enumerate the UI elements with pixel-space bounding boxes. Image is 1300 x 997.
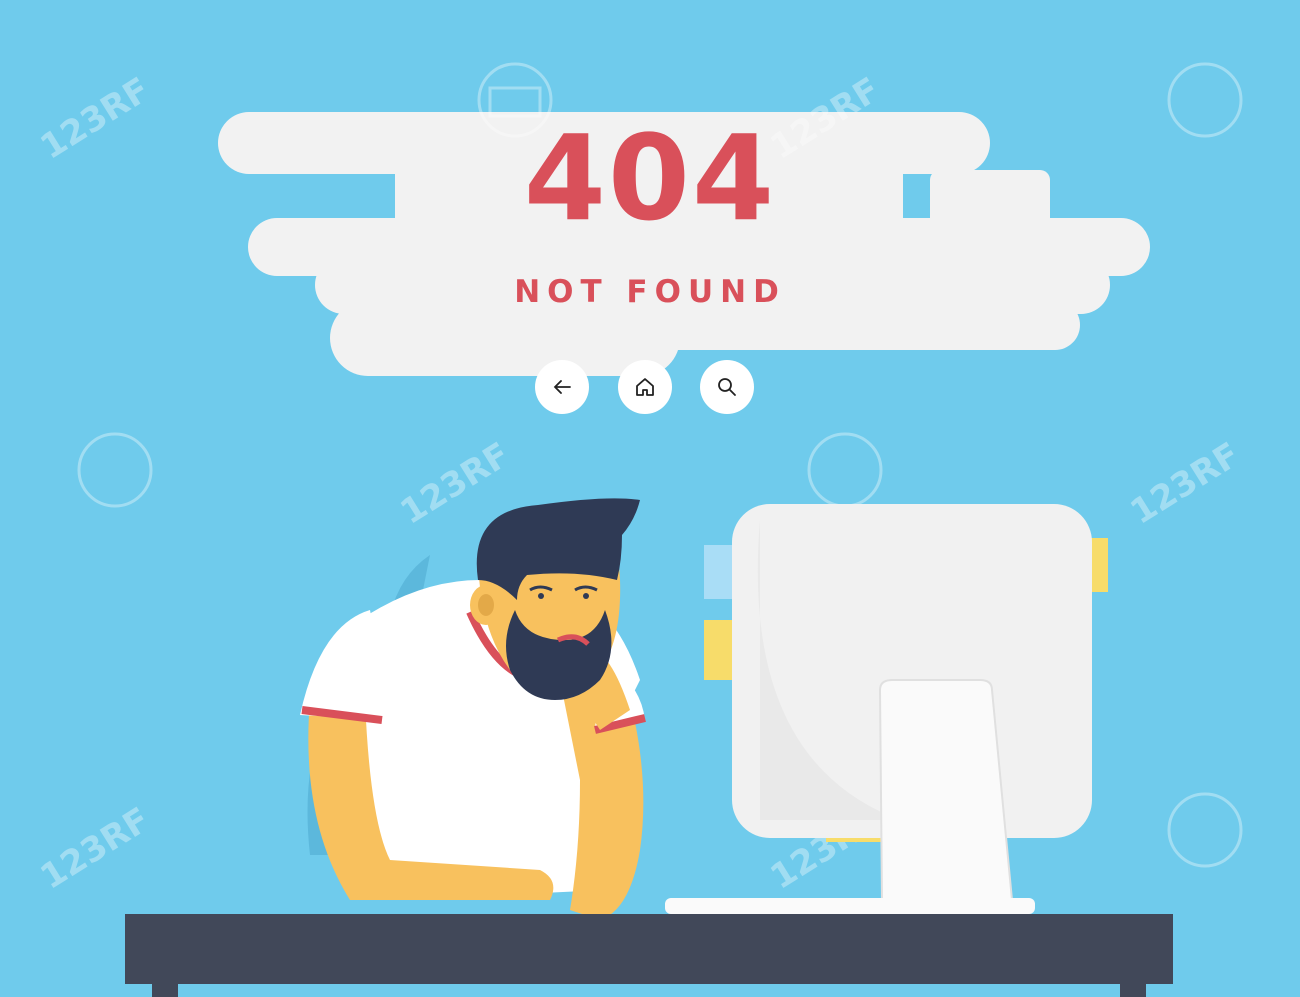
arrow-left-icon: [553, 380, 571, 394]
error-message: NOT FOUND: [514, 274, 786, 310]
home-icon: [636, 378, 654, 396]
home-button[interactable]: [618, 360, 672, 414]
search-icon: [718, 378, 736, 396]
desk-leg: [1120, 984, 1146, 997]
desk: [125, 914, 1173, 984]
back-button[interactable]: [535, 360, 589, 414]
error-code: 404: [523, 109, 777, 247]
desk-leg: [152, 984, 178, 997]
search-button[interactable]: [700, 360, 754, 414]
